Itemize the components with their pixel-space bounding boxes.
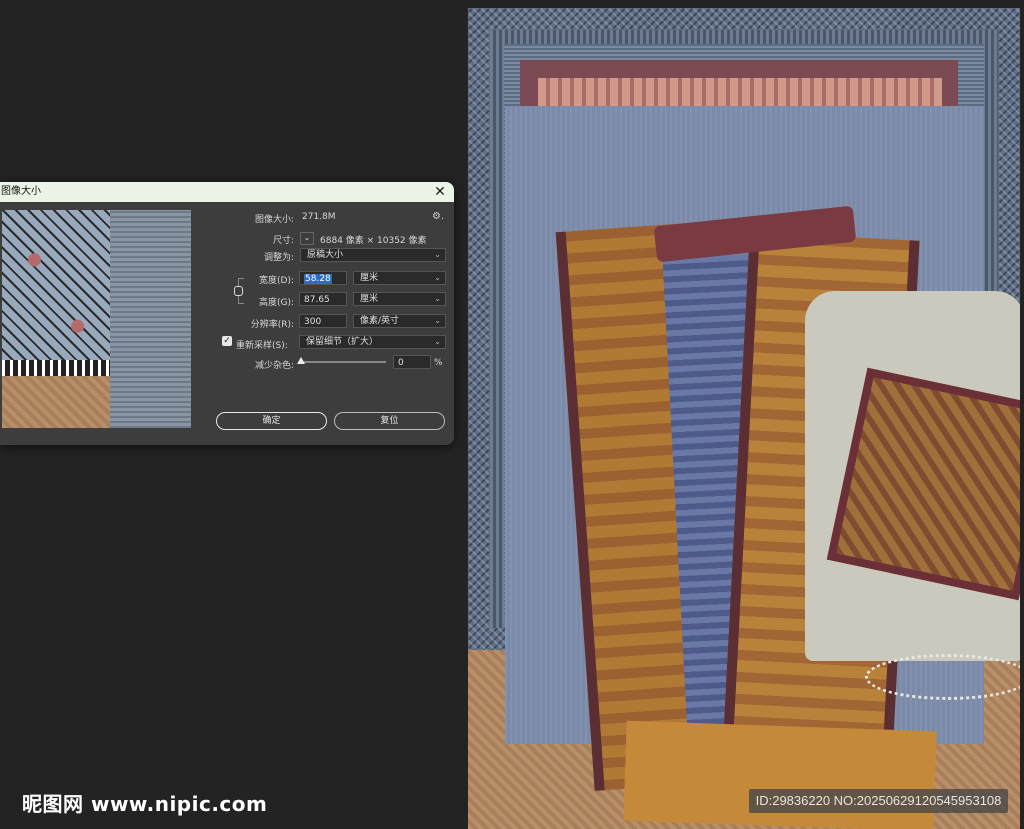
dialog-titlebar[interactable]: 图像大小 ✕ xyxy=(0,182,454,202)
resolution-value: 300 xyxy=(304,317,322,327)
reduce-noise-input[interactable]: 0 xyxy=(393,355,431,369)
resolution-input[interactable]: 300 xyxy=(299,314,347,328)
fit-to-select[interactable]: 原稿大小 ⌄ xyxy=(300,248,446,262)
resolution-unit: 像素/英寸 xyxy=(360,316,400,326)
reset-button[interactable]: 复位 xyxy=(334,412,445,430)
width-input[interactable]: 58.28 xyxy=(299,271,347,285)
height-unit-select[interactable]: 厘米 ⌄ xyxy=(353,292,446,306)
resample-select[interactable]: 保留细节（扩大） ⌄ xyxy=(299,335,446,349)
resample-value: 保留细节（扩大） xyxy=(306,337,379,347)
chevron-down-icon: ⌄ xyxy=(434,273,441,282)
percent-unit: % xyxy=(434,358,443,368)
dimensions-value: 6884 像素 × 10352 像素 xyxy=(320,236,427,246)
fit-to-value: 原稿大小 xyxy=(307,250,344,260)
resolution-label: 分辨率(R): xyxy=(250,320,294,330)
height-input[interactable]: 87.65 xyxy=(299,292,347,306)
site-watermark: 昵图网 www.nipic.com xyxy=(22,792,268,816)
close-icon[interactable]: ✕ xyxy=(432,182,448,202)
image-size-label: 图像大小: xyxy=(254,215,294,225)
reduce-noise-value: 0 xyxy=(398,358,404,368)
preview-dots xyxy=(2,360,110,376)
slider-thumb[interactable] xyxy=(297,357,305,364)
chevron-down-icon: ⌄ xyxy=(434,316,441,325)
preview-tan xyxy=(2,376,110,428)
width-label: 宽度(D): xyxy=(259,276,294,286)
resample-checkbox[interactable]: ✓ xyxy=(222,336,232,346)
height-label: 高度(G): xyxy=(258,298,294,308)
fit-to-label: 调整为: xyxy=(263,253,294,263)
preview-gray xyxy=(110,210,191,428)
image-preview[interactable] xyxy=(2,210,191,428)
dialog-title: 图像大小 xyxy=(1,186,41,197)
resolution-unit-select[interactable]: 像素/英寸 ⌄ xyxy=(353,314,446,328)
id-badge: ID:29836220 NO:20250629120545953108 xyxy=(749,789,1008,813)
ok-button[interactable]: 确定 xyxy=(216,412,327,430)
chevron-down-icon[interactable]: ⌄ xyxy=(300,232,314,245)
width-unit: 厘米 xyxy=(360,273,379,283)
height-unit: 厘米 xyxy=(360,294,379,304)
reduce-noise-slider[interactable] xyxy=(300,361,386,363)
chevron-down-icon: ⌄ xyxy=(434,337,441,346)
chevron-down-icon: ⌄ xyxy=(434,294,441,303)
canvas-image[interactable] xyxy=(468,8,1020,829)
rug-band-pattern xyxy=(538,78,942,108)
gear-icon[interactable]: ⚙. xyxy=(432,211,444,222)
resample-label: 重新采样(S): xyxy=(236,341,288,351)
width-unit-select[interactable]: 厘米 ⌄ xyxy=(353,271,446,285)
pearl-necklace xyxy=(865,654,1020,700)
product-photo xyxy=(505,106,1020,829)
width-value: 58.28 xyxy=(304,274,332,284)
height-value: 87.65 xyxy=(304,295,330,305)
reduce-noise-label: 减少杂色: xyxy=(254,361,294,371)
chevron-down-icon: ⌄ xyxy=(434,250,441,259)
dimensions-label: 尺寸: xyxy=(272,236,294,246)
image-size-value: 271.8M xyxy=(302,212,336,222)
preview-motif xyxy=(2,210,110,376)
